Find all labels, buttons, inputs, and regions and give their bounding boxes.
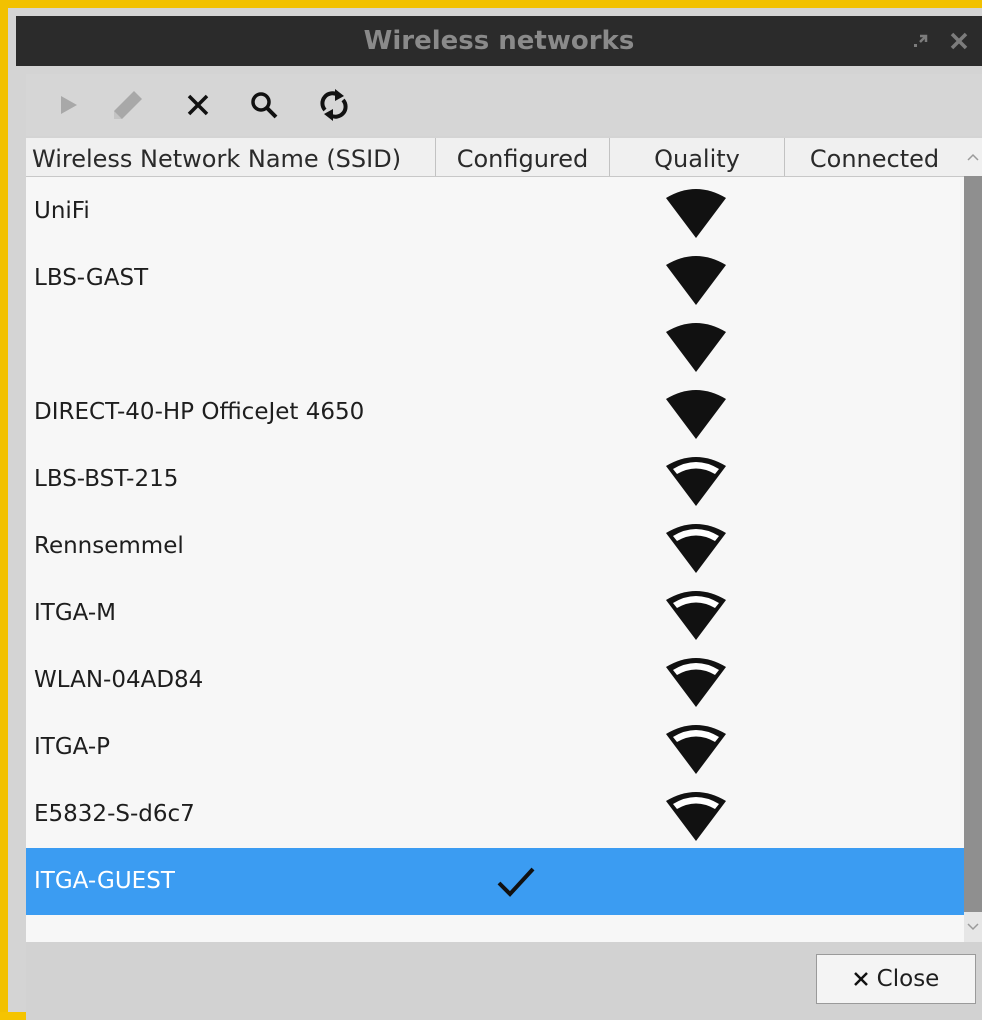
x-icon <box>187 94 209 116</box>
quality-cell <box>646 379 746 446</box>
column-header-ssid[interactable]: Wireless Network Name (SSID) <box>26 138 436 176</box>
close-icon <box>950 32 968 50</box>
table-row[interactable]: E5832-S-d6c7 <box>26 781 964 848</box>
wifi-signal-full-icon <box>666 188 726 238</box>
wifi-signal-partial-icon <box>666 456 726 506</box>
checkmark-icon <box>497 867 535 897</box>
table-row[interactable]: UniFi <box>26 178 964 245</box>
quality-cell <box>646 245 746 312</box>
toolbar <box>26 74 982 136</box>
ssid-cell: LBS-GAST <box>34 265 149 291</box>
wifi-signal-full-icon <box>666 322 726 372</box>
quality-cell <box>646 178 746 245</box>
quality-cell <box>646 580 746 647</box>
ssid-cell: ITGA-GUEST <box>34 868 175 894</box>
wireless-networks-window: Wireless networks Wireless Network Name … <box>0 0 982 1020</box>
ssid-cell: LBS-BST-215 <box>34 466 179 492</box>
configured-cell <box>466 848 566 915</box>
close-button-label: Close <box>876 966 940 992</box>
chevron-up-icon <box>967 153 979 161</box>
wifi-signal-partial-icon <box>666 523 726 573</box>
quality-cell <box>646 513 746 580</box>
edit-button[interactable] <box>108 85 148 125</box>
ssid-cell: Rennsemmel <box>34 533 184 559</box>
quality-cell <box>646 781 746 848</box>
maximize-button[interactable] <box>910 30 932 52</box>
wifi-signal-partial-icon <box>666 590 726 640</box>
table-row[interactable]: WLAN-04AD84 <box>26 647 964 714</box>
table-row[interactable]: ITGA-GUEST <box>26 848 964 915</box>
wifi-signal-partial-icon <box>666 657 726 707</box>
quality-cell <box>646 446 746 513</box>
quality-cell <box>646 647 746 714</box>
maximize-icon <box>914 34 928 47</box>
table-row[interactable]: ITGA-P <box>26 714 964 781</box>
window-close-button[interactable] <box>948 30 970 52</box>
table-row[interactable]: LBS-BST-215 <box>26 446 964 513</box>
table-row[interactable]: Rennsemmel <box>26 513 964 580</box>
networks-table: Wireless Network Name (SSID) Configured … <box>26 138 964 942</box>
table-row[interactable]: DIRECT-40-HP OfficeJet 4650 <box>26 379 964 446</box>
ssid-cell: DIRECT-40-HP OfficeJet 4650 <box>34 399 365 425</box>
scrollbar-thumb[interactable] <box>964 176 982 912</box>
ssid-cell: ITGA-P <box>34 734 111 760</box>
wifi-signal-partial-icon <box>666 724 726 774</box>
ssid-cell: UniFi <box>34 198 90 224</box>
wifi-signal-partial-icon <box>666 791 726 841</box>
close-icon <box>853 972 868 986</box>
table-header: Wireless Network Name (SSID) Configured … <box>26 138 964 177</box>
table-row[interactable] <box>26 312 964 379</box>
scroll-up-button[interactable] <box>964 138 982 176</box>
chevron-down-icon <box>967 923 979 931</box>
connect-button[interactable] <box>48 85 88 125</box>
vertical-scrollbar[interactable] <box>964 138 982 942</box>
quality-cell <box>646 714 746 781</box>
title-bar[interactable]: Wireless networks <box>16 16 982 66</box>
wifi-signal-full-icon <box>666 255 726 305</box>
play-icon <box>61 96 77 114</box>
close-button[interactable]: Close <box>816 954 976 1004</box>
table-row[interactable]: LBS-GAST <box>26 245 964 312</box>
table-row[interactable]: ITGA-M <box>26 580 964 647</box>
column-header-quality[interactable]: Quality <box>610 138 785 176</box>
dialog-footer: Close <box>26 942 982 1020</box>
search-button[interactable] <box>244 85 284 125</box>
refresh-button[interactable] <box>314 85 354 125</box>
scroll-down-button[interactable] <box>964 912 982 942</box>
quality-cell <box>646 312 746 379</box>
refresh-icon <box>320 89 348 121</box>
column-header-connected[interactable]: Connected <box>785 138 964 176</box>
ssid-cell: ITGA-M <box>34 600 117 626</box>
wifi-signal-full-icon <box>666 389 726 439</box>
ssid-cell: WLAN-04AD84 <box>34 667 204 693</box>
delete-button[interactable] <box>178 85 218 125</box>
search-icon <box>251 92 278 119</box>
window-title: Wireless networks <box>363 26 635 56</box>
ssid-cell: E5832-S-d6c7 <box>34 801 195 827</box>
column-header-configured[interactable]: Configured <box>436 138 610 176</box>
pencil-icon <box>114 91 142 119</box>
